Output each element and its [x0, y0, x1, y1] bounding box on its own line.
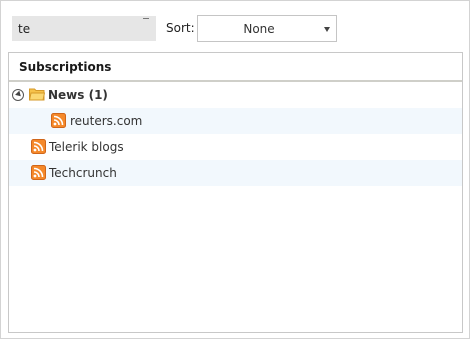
tree-item-label: Techcrunch [49, 166, 117, 180]
panel-title: Subscriptions [9, 53, 462, 82]
rss-feed-icon [31, 139, 46, 154]
rss-feed-icon [51, 113, 66, 128]
rss-feed-icon [31, 165, 46, 180]
tree-item-news[interactable]: News (1) [9, 82, 462, 108]
tree-item-telerik-blogs[interactable]: Telerik blogs [9, 134, 462, 160]
tree-item-label: reuters.com [70, 114, 143, 128]
expand-collapse-icon[interactable] [12, 89, 24, 101]
subscriptions-panel: Subscriptions News (1) reuters.com Teler… [8, 52, 463, 333]
sort-label: Sort: [166, 21, 195, 35]
tree-item-label: News (1) [48, 88, 108, 102]
search-input[interactable] [13, 17, 155, 40]
tree-item-reuters[interactable]: reuters.com [9, 108, 462, 134]
folder-icon [29, 88, 45, 101]
sort-selected-value: None [243, 22, 275, 36]
subscriptions-tree: News (1) reuters.com Telerik blogs Techc… [9, 82, 462, 186]
chevron-down-icon[interactable] [324, 27, 330, 32]
tree-item-label: Telerik blogs [49, 140, 124, 154]
sort-dropdown[interactable]: None [197, 15, 337, 42]
tree-item-techcrunch[interactable]: Techcrunch [9, 160, 462, 186]
subscriptions-window: Sort: None Subscriptions News (1) [0, 0, 470, 339]
toolbar: Sort: None [1, 1, 469, 51]
clear-search-icon[interactable] [143, 18, 149, 19]
search-box[interactable] [12, 16, 156, 41]
